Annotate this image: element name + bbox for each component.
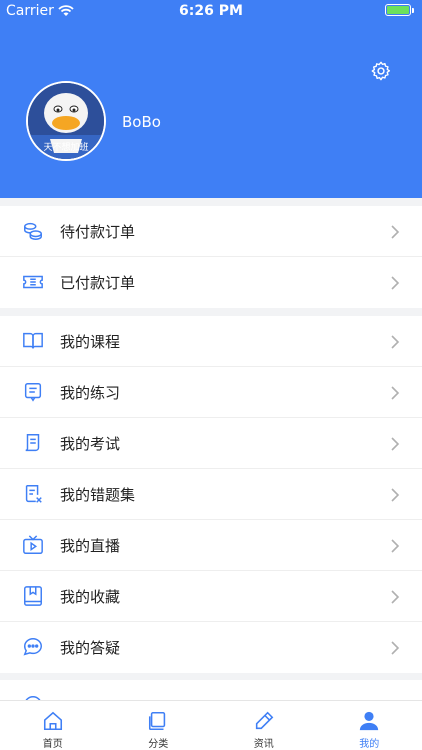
- chevron-right-icon: [391, 539, 400, 553]
- chevron-right-icon: [391, 335, 400, 349]
- user-icon: [360, 711, 379, 731]
- row-label: 我的答疑: [60, 639, 121, 657]
- news-icon: [255, 711, 274, 730]
- avatar[interactable]: 天不想加班: [26, 81, 106, 161]
- my-wrong-questions-row[interactable]: 我的错题集: [0, 469, 422, 520]
- chevron-right-icon: [391, 437, 400, 451]
- row-label: 我的错题集: [60, 486, 136, 504]
- row-label: 我的考试: [60, 435, 121, 453]
- order-menu-group: 待付款订单 已付款订单: [0, 206, 422, 308]
- tab-label: 首页: [42, 739, 63, 750]
- my-live-row[interactable]: 我的直播: [0, 520, 422, 571]
- tab-label: 分类: [148, 739, 169, 750]
- learning-menu-group: 我的课程 我的练习 我的考试 我的错题集 我的直播 我的收藏 我的答疑: [0, 316, 422, 673]
- my-exams-row[interactable]: 我的考试: [0, 418, 422, 469]
- chevron-right-icon: [391, 641, 400, 655]
- exam-icon: [25, 434, 40, 452]
- coins-icon: [24, 222, 42, 240]
- settings-gear-icon[interactable]: [370, 60, 392, 82]
- username: BoBo: [122, 113, 161, 131]
- row-label: 我的直播: [60, 537, 121, 555]
- status-bar: Carrier 6:26 PM: [0, 0, 422, 24]
- bottom-tab-bar: 首页 分类 资讯 我的: [0, 700, 422, 750]
- row-label: 我的课程: [60, 333, 121, 351]
- book-icon: [23, 332, 43, 349]
- pending-payment-orders-row[interactable]: 待付款订单: [0, 206, 422, 257]
- profile-header: Carrier 6:26 PM 天不想加班 BoBo: [0, 0, 422, 198]
- chevron-right-icon: [391, 225, 400, 239]
- row-label: 待付款订单: [60, 223, 136, 241]
- chat-icon: [23, 638, 42, 656]
- row-label: 我的收藏: [60, 588, 121, 606]
- paid-orders-row[interactable]: 已付款订单: [0, 257, 422, 308]
- my-practice-row[interactable]: 我的练习: [0, 367, 422, 418]
- ticket-icon: [23, 275, 43, 289]
- tab-category[interactable]: 分类: [106, 701, 212, 750]
- clock: 6:26 PM: [179, 3, 243, 19]
- home-icon: [43, 711, 62, 731]
- chevron-right-icon: [391, 488, 400, 502]
- chevron-right-icon: [391, 276, 400, 290]
- category-icon: [149, 711, 166, 731]
- bookmark-icon: [24, 586, 42, 606]
- partially-hidden-menu-group: [0, 680, 422, 700]
- chevron-right-icon: [391, 590, 400, 604]
- tab-label: 我的: [359, 739, 380, 750]
- tab-home[interactable]: 首页: [0, 701, 106, 750]
- practice-icon: [24, 383, 42, 402]
- tab-news[interactable]: 资讯: [211, 701, 317, 750]
- wrong-questions-icon: [25, 485, 42, 503]
- row-label: 我的练习: [60, 384, 121, 402]
- my-qa-row[interactable]: 我的答疑: [0, 622, 422, 673]
- my-favorites-row[interactable]: 我的收藏: [0, 571, 422, 622]
- tab-mine[interactable]: 我的: [317, 701, 422, 750]
- avatar-caption: 天不想加班: [43, 143, 89, 153]
- tab-label: 资讯: [253, 739, 274, 750]
- my-courses-row[interactable]: 我的课程: [0, 316, 422, 367]
- battery-icon: [385, 4, 411, 16]
- tv-icon: [23, 535, 43, 554]
- row-label: 已付款订单: [60, 274, 136, 292]
- chevron-right-icon: [391, 386, 400, 400]
